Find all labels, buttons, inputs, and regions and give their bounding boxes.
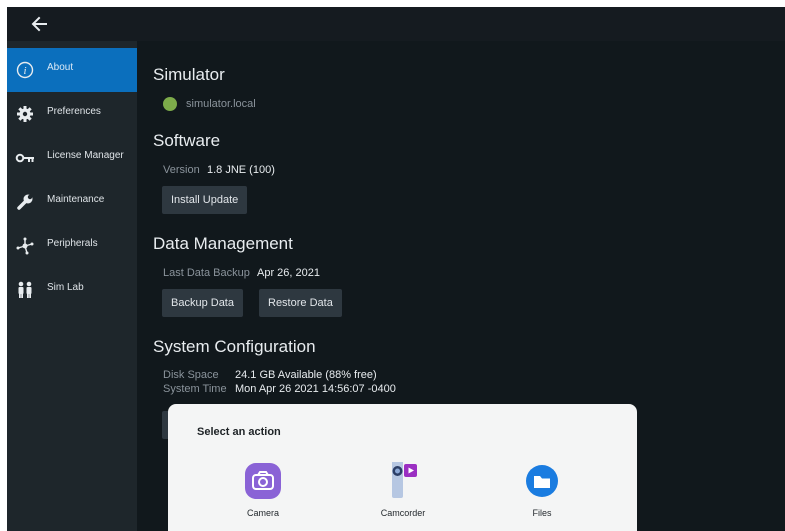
system-time-value: Mon Apr 26 2021 14:56:07 -0400 — [235, 383, 396, 395]
backup-data-button[interactable]: Backup Data — [162, 289, 243, 317]
sidebar-item-label: Sim Lab — [47, 282, 84, 293]
action-sheet-title: Select an action — [197, 426, 281, 438]
system-configuration-heading: System Configuration — [153, 337, 316, 356]
back-button[interactable] — [25, 10, 55, 38]
data-management-heading: Data Management — [153, 234, 293, 253]
version-label: Version — [163, 164, 200, 176]
sidebar-item-label: Peripherals — [47, 238, 98, 249]
action-sheet: Select an action Camera Camcorder Files — [168, 404, 637, 531]
disk-space-value: 24.1 GB Available (88% free) — [235, 369, 377, 381]
sidebar-item-preferences[interactable]: Preferences — [7, 92, 137, 136]
gear-icon — [17, 106, 33, 122]
camera-icon — [245, 463, 281, 499]
svg-text:i: i — [23, 65, 26, 77]
folder-icon — [526, 465, 558, 497]
last-backup-value: Apr 26, 2021 — [257, 267, 320, 279]
install-update-button[interactable]: Install Update — [162, 186, 248, 214]
last-backup-label: Last Data Backup — [163, 267, 250, 279]
sidebar-item-about[interactable]: i About — [7, 48, 137, 92]
disk-space-label: Disk Space — [163, 369, 219, 381]
sidebar: i About Preferences License Manager Main… — [7, 41, 137, 531]
system-time-label: System Time — [163, 383, 227, 395]
status-indicator — [163, 97, 177, 111]
sidebar-item-peripherals[interactable]: Peripherals — [7, 224, 137, 268]
key-icon — [15, 153, 34, 163]
sidebar-item-sim-lab[interactable]: Sim Lab — [7, 268, 137, 312]
arrow-left-icon — [31, 16, 47, 32]
info-icon: i — [16, 61, 34, 79]
sidebar-item-maintenance[interactable]: Maintenance — [7, 180, 137, 224]
sidebar-item-license-manager[interactable]: License Manager — [7, 136, 137, 180]
app-label: Camcorder — [380, 508, 426, 518]
simulator-host: simulator.local — [186, 98, 256, 110]
top-bar — [7, 7, 785, 41]
people-icon — [18, 281, 32, 298]
app-label: Files — [532, 508, 552, 518]
sidebar-item-label: Preferences — [47, 106, 101, 117]
network-icon — [16, 237, 34, 255]
simulator-heading: Simulator — [153, 65, 225, 84]
app-label: Camera — [246, 508, 279, 518]
camcorder-icon — [392, 462, 417, 498]
sidebar-item-label: License Manager — [47, 150, 124, 161]
wrench-icon — [17, 194, 33, 210]
software-heading: Software — [153, 131, 221, 150]
version-value: 1.8 JNE (100) — [207, 164, 275, 176]
restore-data-button[interactable]: Restore Data — [259, 289, 342, 317]
sidebar-item-label: About — [47, 62, 74, 73]
sidebar-item-label: Maintenance — [47, 194, 105, 205]
